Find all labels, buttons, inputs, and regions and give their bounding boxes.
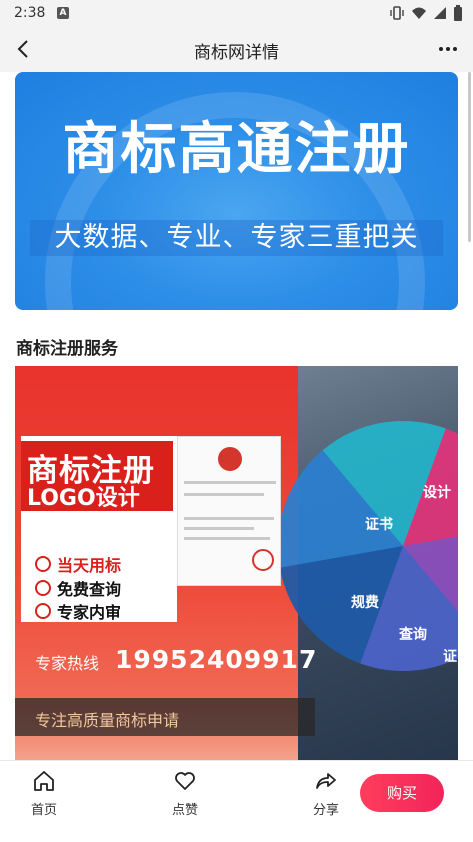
- header-bar: 商标网详情: [0, 26, 473, 72]
- home-button[interactable]: 首页: [14, 769, 74, 818]
- wifi-icon: [412, 7, 426, 19]
- share-icon: [316, 773, 336, 789]
- buy-button[interactable]: 购买: [360, 774, 444, 812]
- feature-label: 当天用标: [57, 556, 122, 575]
- search-icon: [35, 556, 51, 572]
- section-title: 商标注册服务: [16, 339, 118, 359]
- feature-item: 免费查询: [35, 576, 121, 600]
- hotline-label: 专家热线: [35, 654, 100, 673]
- seal-icon: [252, 549, 274, 571]
- more-button[interactable]: [435, 36, 461, 62]
- hero-subtitle: 大数据、专业、专家三重把关: [30, 220, 443, 256]
- fan-label-certificate: 证书: [365, 517, 393, 533]
- feature-item: 专家内审: [35, 599, 121, 623]
- fan-label-fee: 规费: [351, 595, 379, 611]
- notification-icon: A: [57, 7, 69, 19]
- share-button[interactable]: 分享: [296, 769, 356, 818]
- like-label: 点赞: [171, 803, 198, 818]
- more-dots-icon: [453, 47, 457, 51]
- status-bar: 2:38 A: [0, 0, 473, 26]
- emblem-icon: [218, 447, 242, 471]
- hotline-number: 19952409917: [115, 645, 318, 674]
- promo-image: 证书 设计 规费 查询 证 商标注册 LOGO设计 当天用标 免费查询 专家内审: [15, 366, 458, 760]
- fan-label-partial: 证: [443, 649, 457, 665]
- status-time: 2:38: [14, 5, 46, 21]
- user-icon: [35, 580, 51, 596]
- like-button[interactable]: 点赞: [155, 769, 215, 818]
- detail-content[interactable]: 商标高通注册 大数据、专业、专家三重把关 商标注册服务 证书 设计 规费 查询 …: [0, 72, 473, 760]
- fan-label-design: 设计: [423, 485, 451, 501]
- battery-icon: [454, 5, 462, 21]
- heart-icon: [175, 772, 195, 790]
- hero-banner: 商标高通注册 大数据、专业、专家三重把关: [15, 72, 458, 310]
- promo-logo-line: LOGO设计: [27, 486, 140, 511]
- feature-label: 专家内审: [57, 603, 122, 622]
- certificate-line: [184, 481, 276, 484]
- certificate-image: [177, 436, 281, 586]
- page-title: 商标网详情: [194, 43, 279, 63]
- hero-title: 商标高通注册: [62, 117, 411, 182]
- vibrate-icon: [390, 6, 404, 20]
- certificate-line: [184, 517, 274, 520]
- more-dots-icon: [446, 47, 450, 51]
- share-label: 分享: [312, 803, 339, 818]
- signal-icon: [434, 7, 446, 19]
- scrollbar[interactable]: [468, 72, 471, 242]
- certificate-line: [184, 537, 270, 540]
- check-shield-icon: [35, 603, 51, 619]
- slogan-text: 专注高质量商标申请: [35, 711, 180, 730]
- more-dots-icon: [439, 47, 443, 51]
- feature-item: 当天用标: [35, 552, 121, 576]
- home-label: 首页: [30, 803, 57, 818]
- bottom-action-bar: 首页 点赞 分享 购买: [0, 760, 473, 842]
- status-icons: [389, 5, 463, 21]
- fan-label-query: 查询: [399, 627, 427, 643]
- certificate-line: [184, 527, 254, 530]
- home-icon: [34, 771, 54, 791]
- certificate-line: [184, 493, 264, 496]
- feature-label: 免费查询: [57, 580, 122, 599]
